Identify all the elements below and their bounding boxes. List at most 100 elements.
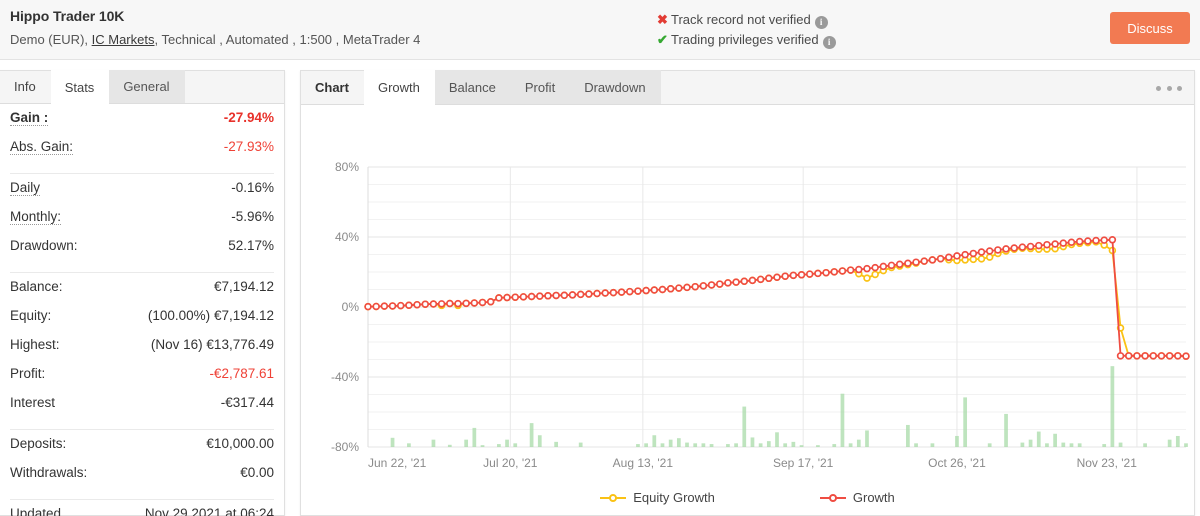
svg-text:40%: 40%: [335, 230, 359, 244]
stat-row-gain: Gain : -27.94%: [10, 110, 274, 139]
tab-growth[interactable]: Growth: [363, 70, 435, 105]
tab-profit[interactable]: Profit: [510, 70, 571, 104]
stat-row-interest: Interest -€317.44: [10, 395, 274, 424]
stat-label-equity: Equity:: [10, 308, 52, 323]
stat-prefix-equity: (100.00%): [147, 308, 211, 323]
account-detail-page: Hippo Trader 10K Demo (EUR), IC Markets,…: [0, 0, 1200, 516]
account-type-label: Demo (EUR),: [10, 32, 89, 47]
stat-value-monthly: -5.96%: [231, 209, 274, 224]
verification-privileges-label: Trading privileges verified: [671, 32, 819, 47]
page-header: Hippo Trader 10K Demo (EUR), IC Markets,…: [0, 0, 1200, 60]
legend-marker-growth: [819, 493, 846, 503]
legend-label-growth: Growth: [852, 490, 895, 505]
svg-text:-80%: -80%: [331, 440, 359, 454]
info-icon[interactable]: i: [814, 16, 828, 29]
stat-row-deposits: Deposits: €10,000.00: [10, 436, 274, 465]
stat-row-abs-gain: Abs. Gain: -27.93%: [10, 139, 274, 168]
discuss-button[interactable]: Discuss: [1110, 12, 1190, 44]
stat-value-drawdown: 52.17%: [228, 238, 274, 253]
stat-label-balance: Balance:: [10, 279, 63, 294]
growth-chart: 80% 40% 0% -40% -80% Jun 22, '21 Jul 20, '21 Au…: [301, 105, 1194, 515]
info-icon[interactable]: i: [822, 36, 836, 49]
account-meta-rest: , Technical , Automated , 1:500 , MetaTr…: [154, 32, 421, 47]
svg-text:-40%: -40%: [331, 370, 359, 384]
stats-list: Gain : -27.94% Abs. Gain: -27.93% Daily …: [0, 104, 284, 516]
check-mark-icon: ✔: [657, 32, 668, 47]
broker-link[interactable]: IC Markets: [92, 32, 155, 47]
stat-value-equity: (100.00%) €7,194.12: [148, 308, 274, 323]
stat-label-updated: Updated: [10, 506, 62, 516]
stat-label-abs-gain[interactable]: Abs. Gain:: [10, 139, 74, 155]
verification-block: ✖ Track record not verified i ✔ Trading pri…: [657, 10, 836, 50]
stat-row-profit: Profit: -€2,787.61: [10, 366, 274, 395]
stat-row-equity: Equity: (100.00%) €7,194.12: [10, 308, 274, 337]
account-identity: Hippo Trader 10K Demo (EUR), IC Markets,…: [10, 7, 420, 49]
svg-text:Jun 22, '21: Jun 22, '21: [368, 456, 427, 470]
svg-text:Nov 23, '21: Nov 23, '21: [1077, 456, 1138, 470]
stat-label-daily[interactable]: Daily: [10, 180, 41, 196]
chart-tabbar: Chart Growth Balance Profit Drawdown: [301, 70, 1194, 105]
stat-value-withdrawals: €0.00: [240, 465, 274, 480]
stat-label-deposits: Deposits:: [10, 436, 67, 451]
svg-text:80%: 80%: [335, 160, 359, 174]
svg-text:Sep 17, '21: Sep 17, '21: [773, 456, 834, 470]
stats-sidebar: Info Stats General Gain : -27.94% Abs. G…: [0, 70, 285, 516]
stat-label-gain[interactable]: Gain :: [10, 110, 49, 126]
tab-balance[interactable]: Balance: [434, 70, 511, 104]
chart-panel: Chart Growth Balance Profit Drawdown 80%…: [300, 70, 1195, 516]
stat-label-drawdown: Drawdown:: [10, 238, 78, 253]
stat-row-drawdown: Drawdown: 52.17%: [10, 238, 274, 267]
stats-group-money: Balance: €7,194.12 Equity: (100.00%) €7,…: [10, 279, 274, 424]
stats-group-performance: Daily -0.16% Monthly: -5.96% Drawdown: 5…: [10, 180, 274, 267]
divider: [10, 499, 274, 500]
stat-row-monthly: Monthly: -5.96%: [10, 209, 274, 238]
tab-chart[interactable]: Chart: [301, 70, 364, 104]
kebab-menu-icon[interactable]: [1156, 81, 1182, 95]
sidebar-tabbar: Info Stats General: [0, 70, 284, 104]
stat-row-withdrawals: Withdrawals: €0.00: [10, 465, 274, 494]
stat-label-profit: Profit:: [10, 366, 46, 381]
stat-label-highest: Highest:: [10, 337, 60, 352]
tab-drawdown[interactable]: Drawdown: [570, 70, 661, 104]
chart-legend: Equity Growth Growth: [301, 490, 1194, 505]
svg-text:Jul 20, '21: Jul 20, '21: [483, 456, 538, 470]
stats-group-transfers: Deposits: €10,000.00 Withdrawals: €0.00: [10, 436, 274, 494]
tab-general[interactable]: General: [109, 70, 185, 103]
stat-row-daily: Daily -0.16%: [10, 180, 274, 209]
stat-row-updated: Updated Nov 29 2021 at 06:24: [10, 506, 274, 516]
stat-amount-equity: €7,194.12: [213, 308, 274, 323]
tab-stats[interactable]: Stats: [50, 70, 110, 104]
stats-group-gain: Gain : -27.94% Abs. Gain: -27.93%: [10, 104, 274, 168]
verification-row-privileges: ✔ Trading privileges verified i: [657, 30, 836, 50]
svg-text:Aug 13, '21: Aug 13, '21: [613, 456, 674, 470]
stat-amount-highest: €13,776.49: [206, 337, 274, 352]
divider: [10, 429, 274, 430]
stat-row-highest: Highest: (Nov 16) €13,776.49: [10, 337, 274, 366]
divider: [10, 173, 274, 174]
svg-text:Oct 26, '21: Oct 26, '21: [928, 456, 986, 470]
legend-marker-equity-growth: [600, 493, 627, 503]
stat-value-highest: (Nov 16) €13,776.49: [151, 337, 274, 352]
growth-chart-svg: 80% 40% 0% -40% -80% Jun 22, '21 Jul 20, '21 Au…: [331, 160, 1190, 470]
verification-track-record-label: Track record not verified: [671, 12, 811, 27]
stat-value-profit: -€2,787.61: [209, 366, 274, 381]
stat-label-withdrawals: Withdrawals:: [10, 465, 88, 480]
legend-item-equity-growth[interactable]: Equity Growth: [600, 490, 715, 505]
tab-info[interactable]: Info: [0, 70, 51, 103]
stat-label-interest: Interest: [10, 395, 56, 410]
stats-group-meta: Updated Nov 29 2021 at 06:24 Tracking 1: [10, 506, 274, 516]
legend-label-equity-growth: Equity Growth: [633, 490, 715, 505]
legend-item-growth[interactable]: Growth: [819, 490, 895, 505]
account-meta: Demo (EUR), IC Markets, Technical , Auto…: [10, 31, 420, 49]
svg-text:0%: 0%: [342, 300, 360, 314]
stat-label-monthly[interactable]: Monthly:: [10, 209, 62, 225]
stat-value-abs-gain: -27.93%: [223, 139, 274, 154]
stat-value-updated: Nov 29 2021 at 06:24: [144, 506, 274, 516]
stat-row-balance: Balance: €7,194.12: [10, 279, 274, 308]
stat-prefix-highest: (Nov 16): [150, 337, 203, 352]
stat-value-deposits: €10,000.00: [206, 436, 274, 451]
stat-value-gain: -27.94%: [223, 110, 274, 125]
stat-value-interest: -€317.44: [220, 395, 274, 410]
x-mark-icon: ✖: [657, 12, 668, 27]
page-title: Hippo Trader 10K: [10, 8, 125, 24]
